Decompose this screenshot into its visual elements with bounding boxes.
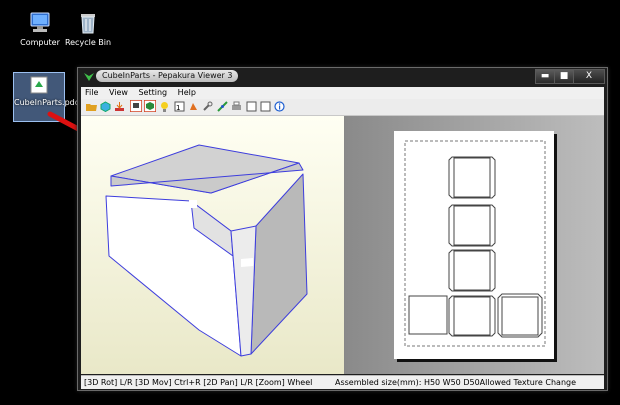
print-icon[interactable] [130, 100, 142, 112]
close-button[interactable]: X [573, 69, 605, 84]
export-icon[interactable] [114, 101, 125, 112]
toolbar: 1 [81, 99, 604, 116]
flaps-icon[interactable] [188, 101, 199, 112]
3d-cube-model [105, 144, 308, 357]
numbers-icon[interactable]: 1 [174, 101, 185, 112]
split-view-icon[interactable] [260, 101, 271, 112]
status-controls-hint: [3D Rot] L/R [3D Mov] Ctrl+R [2D Pan] L/… [84, 378, 313, 387]
menu-bar: File View Setting Help [81, 87, 604, 99]
lightbulb-icon[interactable] [159, 101, 170, 112]
2d-pattern-pane[interactable] [345, 116, 604, 374]
svg-text:1: 1 [176, 104, 180, 112]
maximize-button[interactable]: ■ [554, 69, 574, 84]
menu-help[interactable]: Help [174, 87, 200, 99]
app-icon [84, 73, 94, 81]
status-bar: [3D Rot] L/R [3D Mov] Ctrl+R [2D Pan] L/… [81, 375, 604, 389]
printer-icon[interactable] [231, 101, 242, 112]
menu-view[interactable]: View [105, 87, 132, 99]
pepakura-viewer-window: CubeInParts - Pepakura Viewer 3 ▬ ■ X Fi… [77, 67, 608, 391]
title-bar[interactable]: CubeInParts - Pepakura Viewer 3 ▬ ■ X [78, 68, 607, 86]
cube-view-icon[interactable] [144, 100, 156, 112]
minimize-button[interactable]: ▬ [535, 69, 555, 84]
status-assembled-size: Assembled size(mm): H50 W50 D50Allowed T… [335, 378, 577, 387]
menu-file[interactable]: File [81, 87, 102, 99]
3d-view-pane[interactable] [81, 116, 346, 374]
single-view-icon[interactable] [246, 101, 257, 112]
info-icon[interactable] [274, 101, 285, 112]
unfolded-parts [404, 140, 546, 347]
open-folder-icon[interactable] [86, 101, 97, 112]
paper-sheet [394, 131, 554, 359]
wrench-icon[interactable] [202, 101, 213, 112]
menu-setting[interactable]: Setting [134, 87, 171, 99]
window-title: CubeInParts - Pepakura Viewer 3 [96, 70, 239, 82]
3d-model-icon[interactable] [100, 101, 111, 112]
unfold-icon[interactable] [217, 101, 228, 112]
